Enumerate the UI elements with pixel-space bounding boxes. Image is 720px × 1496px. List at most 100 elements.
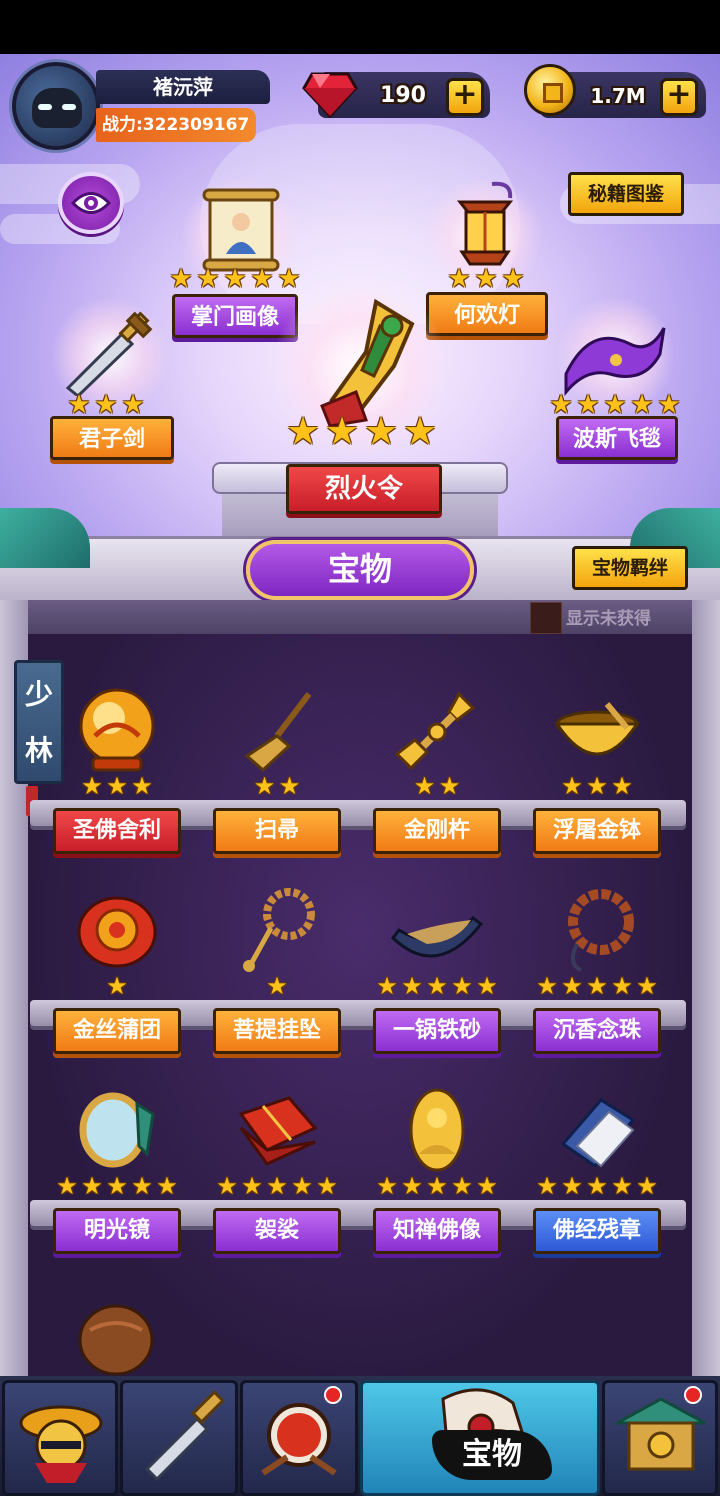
star-icon: ★ bbox=[630, 390, 654, 420]
star-icon: ★ bbox=[266, 972, 288, 1000]
treasure-label: 圣佛舍利 bbox=[53, 808, 181, 854]
treasure-stars: ★ bbox=[202, 974, 352, 998]
notification-dot bbox=[684, 1386, 702, 1404]
hero-portrait-icon bbox=[19, 1405, 103, 1483]
star-icon: ★ bbox=[121, 390, 145, 420]
star-icon: ★ bbox=[131, 1172, 153, 1200]
star-icon: ★ bbox=[447, 264, 471, 294]
star-icon: ★ bbox=[586, 1172, 608, 1200]
treasure-bond-button[interactable]: 宝物羁绊 bbox=[572, 546, 688, 590]
treasure-item[interactable]: ★ ★ 扫帚 bbox=[202, 678, 352, 868]
treasure-stars: ★ ★ ★ ★ ★ bbox=[522, 974, 672, 998]
selected-treasure-label[interactable]: 烈火令 bbox=[286, 464, 442, 514]
star-icon: ★ bbox=[451, 1172, 473, 1200]
show-unobtained-checkbox[interactable] bbox=[530, 602, 562, 634]
treasure-label: 一锅铁砂 bbox=[373, 1008, 501, 1054]
star-icon: ★ bbox=[106, 972, 128, 1000]
treasure-item[interactable]: ★ ★ ★ ★ ★ 明光镜 bbox=[42, 1078, 192, 1268]
star-icon: ★ bbox=[611, 772, 633, 800]
treasure-item[interactable]: ★ ★ ★ 浮屠金钵 bbox=[522, 678, 672, 868]
treasure-stars: ★ ★ ★ ★ ★ bbox=[202, 1174, 352, 1198]
star-icon: ★ bbox=[216, 1172, 238, 1200]
nav-tab-heroes[interactable] bbox=[2, 1380, 118, 1496]
star-icon: ★ bbox=[169, 264, 193, 294]
star-icon: ★ bbox=[376, 1172, 398, 1200]
star-icon: ★ bbox=[324, 409, 360, 453]
star-icon: ★ bbox=[376, 972, 398, 1000]
treasure-item[interactable]: ★ ★ ★ ★ ★ 知禅佛像 bbox=[362, 1078, 512, 1268]
prayer-beads-icon bbox=[568, 889, 634, 972]
star-icon: ★ bbox=[277, 264, 301, 294]
featured-treasure-label[interactable]: 君子剑 bbox=[50, 416, 174, 460]
treasure-item[interactable]: ★ ★ ★ 圣佛舍利 bbox=[42, 678, 192, 868]
treasure-label: 知禅佛像 bbox=[373, 1208, 501, 1254]
star-icon: ★ bbox=[476, 1172, 498, 1200]
sword-icon bbox=[144, 1390, 225, 1482]
golden-bowl-icon bbox=[554, 702, 640, 756]
star-icon: ★ bbox=[223, 264, 247, 294]
cabinet-right-pillar bbox=[692, 600, 720, 1376]
notification-dot bbox=[324, 1386, 342, 1404]
featured-treasure-label[interactable]: 波斯飞毯 bbox=[556, 416, 678, 460]
treasure-stars: ★ ★ bbox=[202, 774, 352, 798]
featured-treasure-label[interactable]: 何欢灯 bbox=[426, 292, 548, 336]
star-icon: ★ bbox=[586, 972, 608, 1000]
star-icon: ★ bbox=[426, 1172, 448, 1200]
gem-amount: 190 bbox=[380, 83, 426, 108]
view-toggle-button[interactable] bbox=[58, 172, 124, 234]
star-icon: ★ bbox=[363, 409, 399, 453]
star-icon: ★ bbox=[561, 1172, 583, 1200]
secret-catalog-button[interactable]: 秘籍图鉴 bbox=[568, 172, 684, 216]
treasure-item[interactable]: ★ ★ ★ ★ ★ 佛经残章 bbox=[522, 1078, 672, 1268]
portrait-stars: ★ ★ ★ ★ ★ bbox=[168, 266, 302, 292]
star-icon: ★ bbox=[401, 972, 423, 1000]
treasure-stars: ★ ★ ★ ★ ★ bbox=[522, 1174, 672, 1198]
star-icon: ★ bbox=[474, 264, 498, 294]
star-icon: ★ bbox=[266, 1172, 288, 1200]
star-icon: ★ bbox=[536, 972, 558, 1000]
star-icon: ★ bbox=[536, 1172, 558, 1200]
star-icon: ★ bbox=[603, 390, 627, 420]
star-icon: ★ bbox=[438, 772, 461, 800]
add-gems-button[interactable]: + bbox=[446, 78, 484, 116]
treasure-stars: ★ ★ ★ ★ ★ bbox=[362, 974, 512, 998]
sutra-fragment-icon bbox=[560, 1098, 636, 1169]
star-icon: ★ bbox=[250, 264, 274, 294]
ruby-gem-icon bbox=[302, 72, 358, 119]
flying-carpet-icon bbox=[564, 327, 666, 397]
star-icon: ★ bbox=[94, 390, 118, 420]
treasure-item[interactable]: ★ 菩提挂坠 bbox=[202, 878, 352, 1068]
treasure-stars: ★ ★ ★ ★ ★ bbox=[42, 1174, 192, 1198]
treasure-item[interactable]: ★ 金丝蒲团 bbox=[42, 878, 192, 1068]
add-coins-button[interactable]: + bbox=[660, 78, 698, 116]
star-icon: ★ bbox=[426, 972, 448, 1000]
treasure-label: 明光镜 bbox=[53, 1208, 181, 1254]
star-icon: ★ bbox=[549, 390, 573, 420]
treasure-item[interactable]: ★ ★ ★ ★ ★ 袈裟 bbox=[202, 1078, 352, 1268]
broom-icon bbox=[244, 692, 312, 773]
treasure-label: 扫帚 bbox=[213, 808, 341, 854]
star-icon: ★ bbox=[611, 972, 633, 1000]
star-icon: ★ bbox=[291, 1172, 313, 1200]
cushion-icon bbox=[77, 896, 157, 968]
treasure-item[interactable]: ★ ★ ★ ★ ★ 一锅铁砂 bbox=[362, 878, 512, 1068]
star-icon: ★ bbox=[476, 972, 498, 1000]
treasure-label: 金丝蒲团 bbox=[53, 1008, 181, 1054]
star-icon: ★ bbox=[586, 772, 608, 800]
iron-sand-wok-icon bbox=[391, 916, 484, 958]
treasure-item[interactable]: ★ ★ 金刚杵 bbox=[362, 678, 512, 868]
star-icon: ★ bbox=[316, 1172, 338, 1200]
star-icon: ★ bbox=[156, 1172, 178, 1200]
relic-orb-icon bbox=[79, 688, 155, 772]
star-icon: ★ bbox=[131, 772, 153, 800]
star-icon: ★ bbox=[241, 1172, 263, 1200]
show-unobtained-label[interactable]: 显示未获得 bbox=[566, 604, 706, 634]
player-avatar[interactable] bbox=[12, 62, 100, 150]
status-bar bbox=[0, 0, 720, 54]
treasure-stars: ★ ★ ★ bbox=[522, 774, 672, 798]
wooden-mallet-icon bbox=[78, 1304, 154, 1376]
treasure-stars: ★ ★ bbox=[362, 774, 512, 798]
star-icon: ★ bbox=[81, 1172, 103, 1200]
treasure-item[interactable]: ★ ★ ★ ★ ★ 沉香念珠 bbox=[522, 878, 672, 1068]
nav-tab-weapons[interactable] bbox=[120, 1380, 238, 1496]
